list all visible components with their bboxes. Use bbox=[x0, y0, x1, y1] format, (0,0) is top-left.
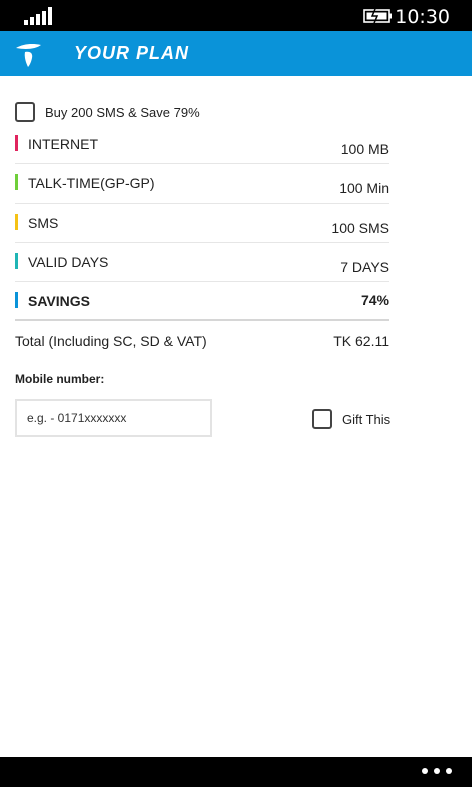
app-header: YOUR PLAN bbox=[0, 31, 472, 76]
plan-details: INTERNET 100 MB TALK-TIME(GP-GP) 100 Min… bbox=[15, 125, 389, 322]
detail-label: SAVINGS bbox=[28, 293, 90, 310]
valid-days-color-bar bbox=[15, 252, 18, 269]
detail-row-valid-days: VALID DAYS 7 DAYS bbox=[15, 243, 389, 283]
savings-color-bar bbox=[15, 292, 18, 309]
total-row: Total (Including SC, SD & VAT) TK 62.11 bbox=[15, 330, 389, 352]
total-label: Total (Including SC, SD & VAT) bbox=[15, 333, 207, 349]
detail-value: 7 DAYS bbox=[340, 258, 389, 275]
detail-row-sms: SMS 100 SMS bbox=[15, 204, 389, 243]
offer-option[interactable]: Buy 200 SMS & Save 79% bbox=[15, 101, 200, 123]
detail-label: VALID DAYS bbox=[28, 253, 109, 270]
detail-row-internet: INTERNET 100 MB bbox=[15, 125, 389, 165]
detail-value: 74% bbox=[360, 292, 389, 309]
offer-label: Buy 200 SMS & Save 79% bbox=[45, 104, 200, 120]
detail-label: TALK-TIME(GP-GP) bbox=[28, 175, 155, 192]
mobile-number-input[interactable] bbox=[15, 399, 212, 437]
sms-color-bar bbox=[15, 213, 18, 230]
detail-label: SMS bbox=[28, 214, 59, 231]
detail-row-savings: SAVINGS 74% bbox=[15, 282, 389, 322]
detail-value: 100 Min bbox=[339, 180, 389, 197]
battery-charging-icon bbox=[363, 8, 392, 23]
gift-label: Gift This bbox=[342, 411, 391, 427]
detail-value: 100 SMS bbox=[331, 219, 389, 236]
detail-row-talk-time: TALK-TIME(GP-GP) 100 Min bbox=[15, 164, 389, 204]
telenor-logo-icon bbox=[16, 44, 41, 67]
gift-checkbox[interactable] bbox=[312, 409, 332, 429]
page-title: YOUR PLAN bbox=[74, 43, 190, 63]
offer-checkbox[interactable] bbox=[15, 102, 35, 122]
internet-color-bar bbox=[15, 135, 18, 151]
signal-strength-icon bbox=[24, 7, 52, 25]
more-options-icon[interactable] bbox=[422, 766, 452, 776]
detail-label: INTERNET bbox=[28, 136, 98, 152]
status-bar: 10:30 bbox=[0, 0, 472, 31]
status-time: 10:30 bbox=[395, 6, 450, 28]
gift-option[interactable]: Gift This bbox=[312, 408, 390, 430]
total-value: TK 62.11 bbox=[333, 333, 389, 349]
talk-time-color-bar bbox=[15, 174, 18, 191]
app-bar bbox=[0, 757, 472, 787]
mobile-number-label: Mobile number: bbox=[15, 372, 105, 386]
detail-value: 100 MB bbox=[340, 141, 389, 157]
